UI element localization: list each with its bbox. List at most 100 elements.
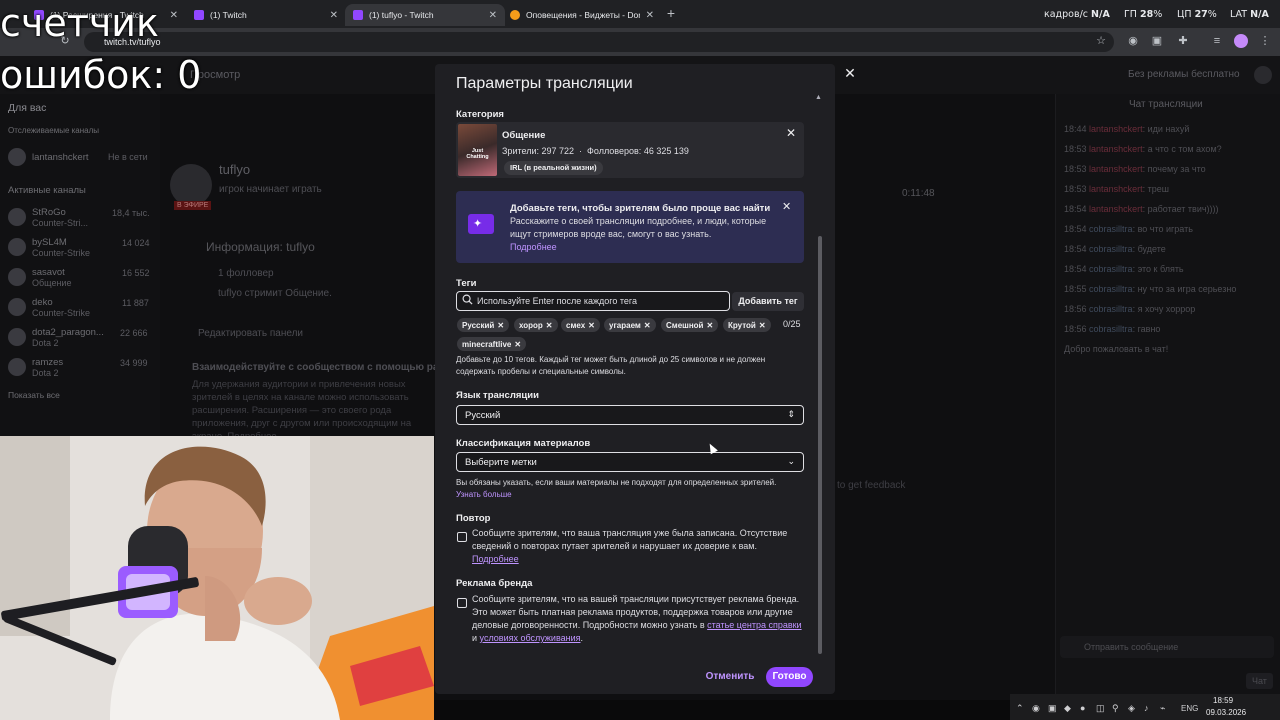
tag-chip[interactable]: угараем ✕ [604, 318, 656, 332]
usb-icon[interactable]: ⚲ [1112, 703, 1119, 714]
bookmark-star-icon[interactable]: ☆ [1094, 34, 1108, 48]
channel-avatar[interactable] [8, 358, 26, 376]
tray-expand-icon[interactable]: ⌃ [1016, 703, 1024, 714]
channel-avatar[interactable] [8, 298, 26, 316]
reading-list-icon[interactable]: ≡ [1210, 34, 1224, 48]
channel-name[interactable]: lantanshckert [32, 152, 89, 163]
channel-name[interactable]: StRoGo [32, 207, 66, 218]
channel-name[interactable]: dota2_paragon... [32, 327, 104, 338]
streamer-name[interactable]: tuflyo [219, 162, 250, 177]
clock-date[interactable]: 09.03.2026 [1206, 708, 1246, 717]
channel-viewers: 14 024 [122, 238, 150, 248]
browser-menu-icon[interactable]: ⋮ [1258, 34, 1272, 48]
done-button[interactable]: Готово [766, 667, 813, 687]
user-avatar[interactable] [1254, 66, 1272, 84]
remove-tag-icon[interactable]: ✕ [644, 321, 651, 330]
remove-tag-icon[interactable]: ✕ [546, 321, 553, 330]
close-tab-icon[interactable]: ✕ [170, 10, 178, 21]
clock-time[interactable]: 18:59 [1213, 696, 1233, 705]
tab-title: (1) tuflyo - Twitch [369, 10, 434, 20]
show-all-link[interactable]: Показать все [8, 390, 60, 400]
promo-learn-more-link[interactable]: Подробнее [510, 241, 557, 254]
close-tab-icon[interactable]: ✕ [330, 10, 338, 21]
no-ads-link[interactable]: Без рекламы бесплатно [1128, 69, 1240, 80]
close-icon[interactable]: ✕ [843, 66, 857, 80]
chat-message: 18:54 cobrasilltra: будете [1064, 244, 1166, 254]
extensions-body: Для удержания аудитории и привлечения но… [192, 379, 412, 442]
close-tab-icon[interactable]: ✕ [646, 10, 654, 21]
tag-chip[interactable]: Смешной ✕ [661, 318, 719, 332]
network-icon[interactable]: ⌁ [1160, 703, 1165, 714]
tag-label: Смешной [666, 320, 704, 330]
channel-game: Counter-Strike [32, 308, 91, 318]
dismiss-promo-icon[interactable]: ✕ [782, 200, 791, 213]
channel-name[interactable]: ramzes [32, 357, 63, 368]
language-select[interactable]: Русский ⇕ [456, 405, 804, 425]
channel-name[interactable]: deko [32, 297, 53, 308]
classification-hint: Вы обязаны указать, если ваши материалы … [456, 478, 777, 487]
input-language[interactable]: ENG [1181, 704, 1198, 713]
browser-tab-active[interactable]: (1) tuflyo - Twitch ✕ [345, 4, 505, 26]
promo-title: Добавьте теги, чтобы зрителям было проще… [510, 203, 771, 214]
gpu-readout: ГП 28% [1124, 9, 1163, 20]
address-bar[interactable]: twitch.tv/tuflyo [84, 32, 1114, 52]
tags-label: Теги [456, 278, 477, 289]
channel-name[interactable]: bySL4M [32, 237, 67, 248]
puzzle-icon[interactable]: ✚ [1176, 34, 1190, 48]
tag-chip[interactable]: смех ✕ [561, 318, 600, 332]
tags-input[interactable]: Используйте Enter после каждого тега [456, 291, 730, 311]
help-article-link[interactable]: статье центра справки [707, 620, 801, 630]
remove-tag-icon[interactable]: ✕ [706, 321, 713, 330]
remove-tag-icon[interactable]: ✕ [588, 321, 595, 330]
tray-app-icon[interactable]: ◉ [1032, 703, 1040, 714]
close-tab-icon[interactable]: ✕ [489, 10, 497, 21]
tag-chip[interactable]: Крутой ✕ [723, 318, 771, 332]
channel-viewers: 11 887 [122, 298, 149, 308]
category-tag[interactable]: IRL (в реальной жизни) [504, 161, 603, 175]
channel-avatar[interactable] [8, 328, 26, 346]
tag-chip[interactable]: Русский ✕ [457, 318, 510, 332]
chat-send-button[interactable]: Чат [1246, 673, 1273, 689]
terms-of-service-link[interactable]: условиях обслуживания [480, 633, 581, 643]
streamer-avatar[interactable] [170, 164, 212, 206]
remove-tag-icon[interactable]: ✕ [497, 321, 504, 330]
tray-app-icon[interactable]: ◈ [1128, 703, 1135, 714]
new-tab-button[interactable]: + [664, 6, 678, 20]
fps-readout: кадров/с N/A [1044, 9, 1110, 20]
channel-avatar[interactable] [8, 268, 26, 286]
channel-avatar[interactable] [8, 148, 26, 166]
channel-name[interactable]: sasavot [32, 267, 65, 278]
browser-tab[interactable]: Оповещения - Виджеты - Don ✕ [502, 4, 662, 26]
remove-tag-icon[interactable]: ✕ [759, 321, 766, 330]
chat-input[interactable]: Отправить сообщение [1060, 636, 1274, 658]
channel-game: Dota 2 [32, 338, 59, 348]
remove-category-icon[interactable]: ✕ [786, 126, 796, 140]
scroll-up-icon[interactable]: ▲ [815, 94, 822, 101]
tag-chip[interactable]: хорор ✕ [514, 318, 558, 332]
chat-message: 18:56 cobrasilltra: я хочу хоррор [1064, 304, 1196, 314]
tray-app-icon[interactable]: ▣ [1048, 703, 1057, 714]
modal-scrollbar[interactable] [818, 236, 822, 654]
branded-content-checkbox[interactable] [457, 598, 467, 608]
channel-avatar[interactable] [8, 238, 26, 256]
add-tag-button[interactable]: Добавить тег [732, 292, 804, 311]
cancel-button[interactable]: Отменить [701, 668, 759, 686]
classification-select[interactable]: Выберите метки ⌄ [456, 452, 804, 472]
tray-app-icon[interactable]: ◫ [1096, 703, 1105, 714]
extension-icon[interactable]: ◉ [1126, 34, 1140, 48]
browser-tab[interactable]: (1) Twitch ✕ [186, 4, 346, 26]
chevron-down-icon: ⌄ [787, 456, 795, 466]
edit-panels-toggle[interactable]: Редактировать панели [198, 328, 303, 339]
remove-tag-icon[interactable]: ✕ [514, 340, 521, 349]
channel-viewers: 22 666 [120, 328, 148, 338]
classification-learn-more-link[interactable]: Узнать больше [456, 489, 512, 501]
rerun-learn-more-link[interactable]: Подробнее [472, 554, 519, 564]
tray-app-icon[interactable]: ◆ [1064, 703, 1071, 714]
rerun-checkbox[interactable] [457, 532, 467, 542]
volume-icon[interactable]: ♪ [1144, 703, 1149, 713]
channel-avatar[interactable] [8, 208, 26, 226]
profile-avatar[interactable] [1234, 34, 1248, 48]
tray-app-icon[interactable]: ● [1080, 703, 1085, 713]
tag-chip[interactable]: minecraftlive ✕ [457, 337, 527, 351]
extension-icon[interactable]: ▣ [1150, 34, 1164, 48]
